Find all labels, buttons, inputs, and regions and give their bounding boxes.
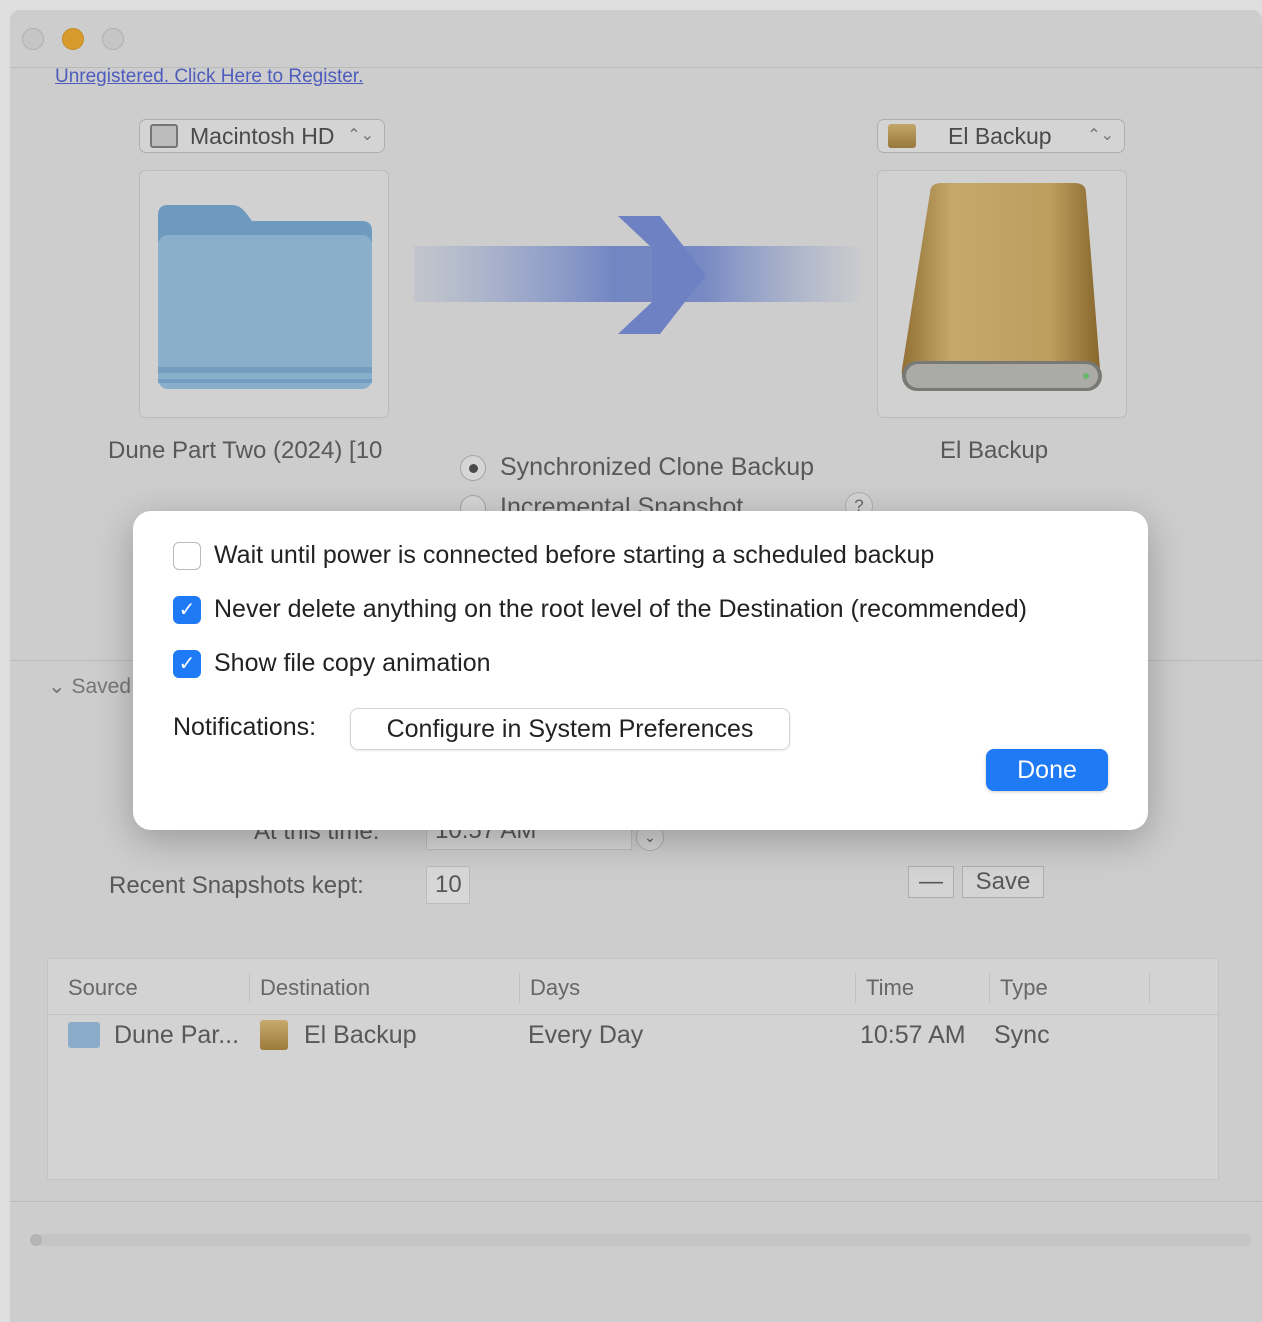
checkbox-show-animation[interactable]: ✓ Show file copy animation [173, 649, 491, 678]
checkbox-label: Wait until power is connected before sta… [214, 541, 935, 569]
checkbox-label: Never delete anything on the root level … [214, 595, 1027, 623]
notifications-label: Notifications: [173, 713, 317, 741]
checkbox-label: Show file copy animation [214, 649, 491, 677]
configure-notifications-button[interactable]: Configure in System Preferences [350, 708, 790, 750]
checkbox-never-delete-root[interactable]: ✓ Never delete anything on the root leve… [173, 595, 1027, 624]
options-sheet: Wait until power is connected before sta… [133, 511, 1148, 830]
checkbox-box: ✓ [173, 649, 201, 678]
checkbox-box: ✓ [173, 595, 201, 624]
done-button[interactable]: Done [986, 749, 1108, 791]
checkbox-wait-for-power[interactable]: Wait until power is connected before sta… [173, 541, 934, 570]
checkbox-box [173, 541, 201, 570]
